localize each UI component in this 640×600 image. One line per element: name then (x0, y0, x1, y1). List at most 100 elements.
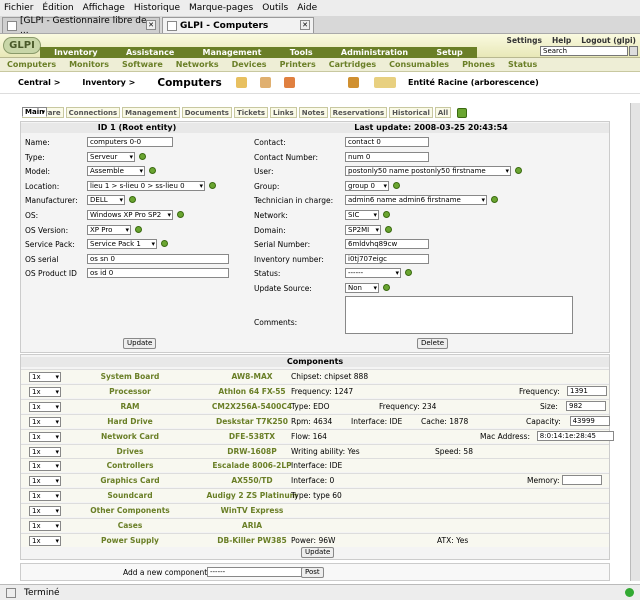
component-spec-input[interactable]: 1391 (567, 385, 607, 396)
components-update-button[interactable]: Update (301, 547, 335, 558)
quantity-select[interactable]: 1x (29, 416, 61, 427)
component-spec-input[interactable] (561, 475, 602, 486)
submenu-consumables[interactable]: Consumables (389, 60, 449, 69)
main-menu-assistance[interactable]: Assistance (126, 48, 174, 57)
submenu-printers[interactable]: Printers (280, 60, 316, 69)
component-name[interactable]: Processor (67, 387, 193, 396)
component-name[interactable]: RAM (67, 402, 193, 411)
field-input[interactable]: contact 0 (345, 137, 429, 147)
add-dropdown-icon[interactable] (393, 181, 400, 189)
breadcrumb-central[interactable]: Central > (18, 78, 60, 87)
component-model[interactable]: ARIA (193, 521, 311, 530)
component-spec-input[interactable]: 43999 (569, 415, 610, 426)
next-arrow-icon[interactable] (457, 108, 467, 118)
tab-reservations[interactable]: Reservations (329, 107, 388, 118)
component-name[interactable]: Drives (67, 447, 193, 456)
tab-connections[interactable]: Connections (65, 107, 121, 118)
top-link-settings[interactable]: Settings (507, 36, 542, 45)
browser-menu-affichage[interactable]: Affichage (83, 3, 125, 13)
field-input[interactable]: os id 0 (87, 268, 229, 279)
field-select[interactable]: Windows XP Pro SP2 (87, 210, 173, 220)
tab-main[interactable]: Main (22, 107, 48, 117)
submenu-software[interactable]: Software (122, 60, 163, 69)
display-options-icon[interactable] (374, 77, 396, 88)
search-input[interactable]: Search (540, 46, 628, 56)
quantity-select[interactable]: 1x (29, 372, 61, 382)
glpi-logo[interactable]: GLPI (3, 37, 41, 54)
add-dropdown-icon[interactable] (209, 181, 216, 189)
add-component-select[interactable]: ------ (207, 567, 307, 577)
field-select[interactable]: admin6 name admin6 firstname (345, 195, 487, 206)
add-dropdown-icon[interactable] (177, 211, 184, 218)
field-select[interactable]: DELL (87, 195, 125, 206)
component-name[interactable]: Network Card (67, 432, 193, 441)
search-button[interactable] (629, 46, 638, 56)
tab-historical[interactable]: Historical (389, 107, 433, 118)
page-scrollbar[interactable] (630, 103, 640, 581)
field-select[interactable]: Non (345, 283, 379, 293)
browser-menu-historique[interactable]: Historique (134, 3, 180, 13)
quantity-select[interactable]: 1x (29, 506, 61, 517)
comments-field[interactable] (345, 296, 573, 334)
add-dropdown-icon[interactable] (135, 225, 142, 233)
main-menu-inventory[interactable]: Inventory (54, 48, 98, 57)
browser-tab-glpi-manager[interactable]: [GLPI - Gestionnaire libre de ... ✕ (2, 16, 160, 36)
quantity-select[interactable]: 1x (29, 401, 61, 412)
submenu-phones[interactable]: Phones (462, 60, 495, 69)
component-name[interactable]: Hard Drive (67, 417, 193, 426)
post-button[interactable]: Post (301, 567, 324, 578)
browser-tab-computers[interactable]: GLPI - Computers ✕ (162, 17, 314, 33)
browser-menu-aide[interactable]: Aide (297, 3, 317, 13)
field-select[interactable]: Assemble (87, 166, 145, 177)
field-select[interactable]: group 0 (345, 180, 389, 191)
submenu-monitors[interactable]: Monitors (69, 60, 109, 69)
field-input[interactable]: num 0 (345, 151, 429, 162)
submenu-devices[interactable]: Devices (232, 60, 267, 69)
component-spec-input[interactable]: 982 (566, 400, 606, 411)
browser-menu-fichier[interactable]: Fichier (4, 3, 33, 13)
add-dropdown-icon[interactable] (129, 196, 136, 204)
quantity-select[interactable]: 1x (29, 521, 61, 531)
arrow-icon[interactable] (348, 77, 359, 88)
quantity-select[interactable]: 1x (29, 431, 61, 442)
component-name[interactable]: Cases (67, 521, 193, 530)
update-button[interactable]: Update (123, 338, 157, 349)
submenu-status[interactable]: Status (508, 60, 537, 69)
search-icon[interactable] (284, 77, 295, 88)
browser-menu-marque-pages[interactable]: Marque-pages (189, 3, 253, 13)
add-dropdown-icon[interactable] (385, 225, 392, 233)
add-dropdown-icon[interactable] (383, 211, 390, 218)
close-tab-icon[interactable]: ✕ (146, 20, 156, 30)
field-input[interactable]: os sn 0 (87, 253, 229, 264)
quantity-select[interactable]: 1x (29, 386, 61, 397)
field-input[interactable]: 6mldvhq89cw (345, 239, 429, 250)
component-name[interactable]: Power Supply (67, 536, 193, 545)
add-dropdown-icon[interactable] (515, 167, 522, 175)
field-input[interactable]: i0tj707eigc (345, 253, 429, 264)
quantity-select[interactable]: 1x (29, 476, 61, 487)
template-icon[interactable] (260, 77, 271, 88)
add-icon[interactable] (236, 77, 247, 88)
field-select[interactable]: lieu 1 > s-lieu 0 > ss-lieu 0 (87, 180, 205, 191)
field-select[interactable]: XP Pro (87, 224, 131, 235)
component-name[interactable]: Soundcard (67, 491, 193, 500)
browser-menu-dition[interactable]: Édition (42, 3, 73, 13)
main-menu-setup[interactable]: Setup (436, 48, 462, 57)
add-dropdown-icon[interactable] (405, 269, 412, 277)
add-dropdown-icon[interactable] (161, 240, 168, 248)
field-select[interactable]: Serveur (87, 151, 135, 162)
component-spec-input[interactable]: 8:0:14:1e:28:45 (536, 430, 614, 441)
add-dropdown-icon[interactable] (383, 284, 390, 291)
field-select[interactable]: SP2MI (345, 224, 381, 235)
close-tab-icon[interactable]: ✕ (300, 20, 310, 30)
breadcrumb-inventory[interactable]: Inventory > (82, 78, 135, 87)
component-name[interactable]: Other Components (67, 506, 193, 515)
main-menu-management[interactable]: Management (203, 48, 262, 57)
tab-tickets[interactable]: Tickets (233, 107, 269, 118)
add-dropdown-icon[interactable] (139, 152, 146, 160)
add-dropdown-icon[interactable] (491, 196, 498, 204)
tab-links[interactable]: Links (270, 107, 297, 118)
tab-management[interactable]: Management (122, 107, 180, 118)
top-link-help[interactable]: Help (552, 36, 571, 45)
tab-notes[interactable]: Notes (298, 107, 328, 118)
